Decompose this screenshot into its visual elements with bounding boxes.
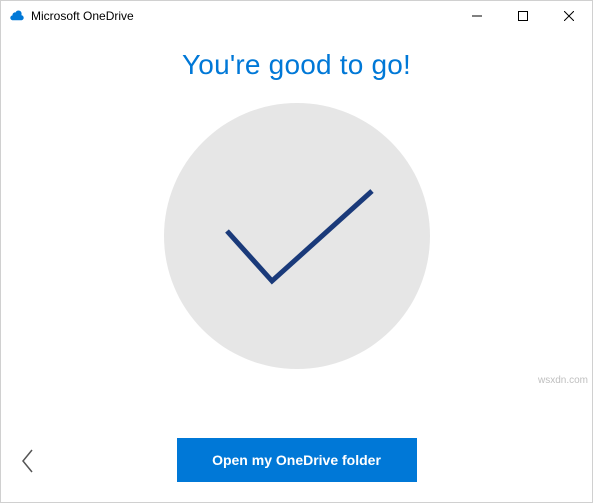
content-area: You're good to go! Open my OneDrive fold… [1, 31, 592, 502]
open-folder-button[interactable]: Open my OneDrive folder [177, 438, 417, 482]
watermark-text: wsxdn.com [538, 375, 588, 386]
checkmark-icon [207, 176, 387, 296]
page-heading: You're good to go! [182, 49, 411, 81]
back-button[interactable] [15, 444, 39, 478]
maximize-button[interactable] [500, 1, 546, 31]
titlebar-left: Microsoft OneDrive [9, 8, 134, 24]
chevron-left-icon [20, 448, 34, 474]
window-controls [454, 1, 592, 31]
minimize-button[interactable] [454, 1, 500, 31]
titlebar: Microsoft OneDrive [1, 1, 592, 31]
window-title: Microsoft OneDrive [31, 9, 134, 23]
onedrive-cloud-icon [9, 8, 25, 24]
success-circle [164, 103, 430, 369]
close-button[interactable] [546, 1, 592, 31]
